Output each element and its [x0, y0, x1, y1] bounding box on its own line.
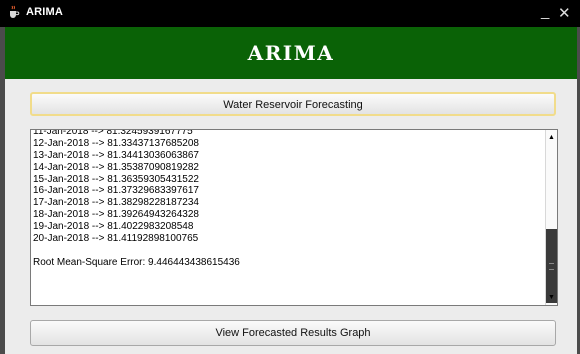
forecast-line: 14-Jan-2018 --> 81.35387090819282	[33, 161, 199, 173]
java-cup-icon	[10, 5, 20, 18]
forecast-line: 19-Jan-2018 --> 81.4022983208548	[33, 221, 194, 233]
window-title: ARIMA	[26, 6, 64, 18]
vertical-scrollbar[interactable]: ▲ ▼	[545, 130, 557, 305]
view-forecasted-results-graph-button[interactable]: View Forecasted Results Graph	[30, 320, 556, 346]
water-reservoir-forecasting-button[interactable]: Water Reservoir Forecasting	[30, 92, 556, 116]
forecast-line: 16-Jan-2018 --> 81.37329683397617	[33, 185, 199, 197]
close-button[interactable]: ✕	[558, 4, 571, 22]
forecast-line: 20-Jan-2018 --> 81.41192898100765	[33, 233, 199, 245]
forecast-line: 17-Jan-2018 --> 81.38298228187234	[33, 197, 199, 209]
forecast-line: 15-Jan-2018 --> 81.36359305431522	[33, 173, 199, 185]
results-content: 11-Jan-2018 --> 81.3245939167775 12-Jan-…	[33, 129, 538, 269]
forecast-line: 13-Jan-2018 --> 81.34413036063867	[33, 149, 199, 161]
header-banner: ARIMA	[5, 27, 577, 79]
window-titlebar[interactable]: ARIMA _ ✕	[0, 0, 580, 27]
forecast-line: 18-Jan-2018 --> 81.39264943264328	[33, 209, 199, 221]
scroll-down-arrow-icon[interactable]: ▼	[546, 292, 557, 303]
scroll-up-arrow-icon[interactable]: ▲	[546, 132, 557, 143]
forecast-line: 12-Jan-2018 --> 81.33437137685208	[33, 137, 199, 149]
forecast-line: 11-Jan-2018 --> 81.3245939167775	[33, 129, 193, 137]
rmse-line: Root Mean-Square Error: 9.44644343861543…	[33, 256, 240, 268]
header-title: ARIMA	[247, 41, 335, 65]
minimize-button[interactable]: _	[541, 3, 549, 20]
thumb-grip-icon	[549, 263, 554, 270]
results-text-area[interactable]: 11-Jan-2018 --> 81.3245939167775 12-Jan-…	[30, 129, 558, 306]
